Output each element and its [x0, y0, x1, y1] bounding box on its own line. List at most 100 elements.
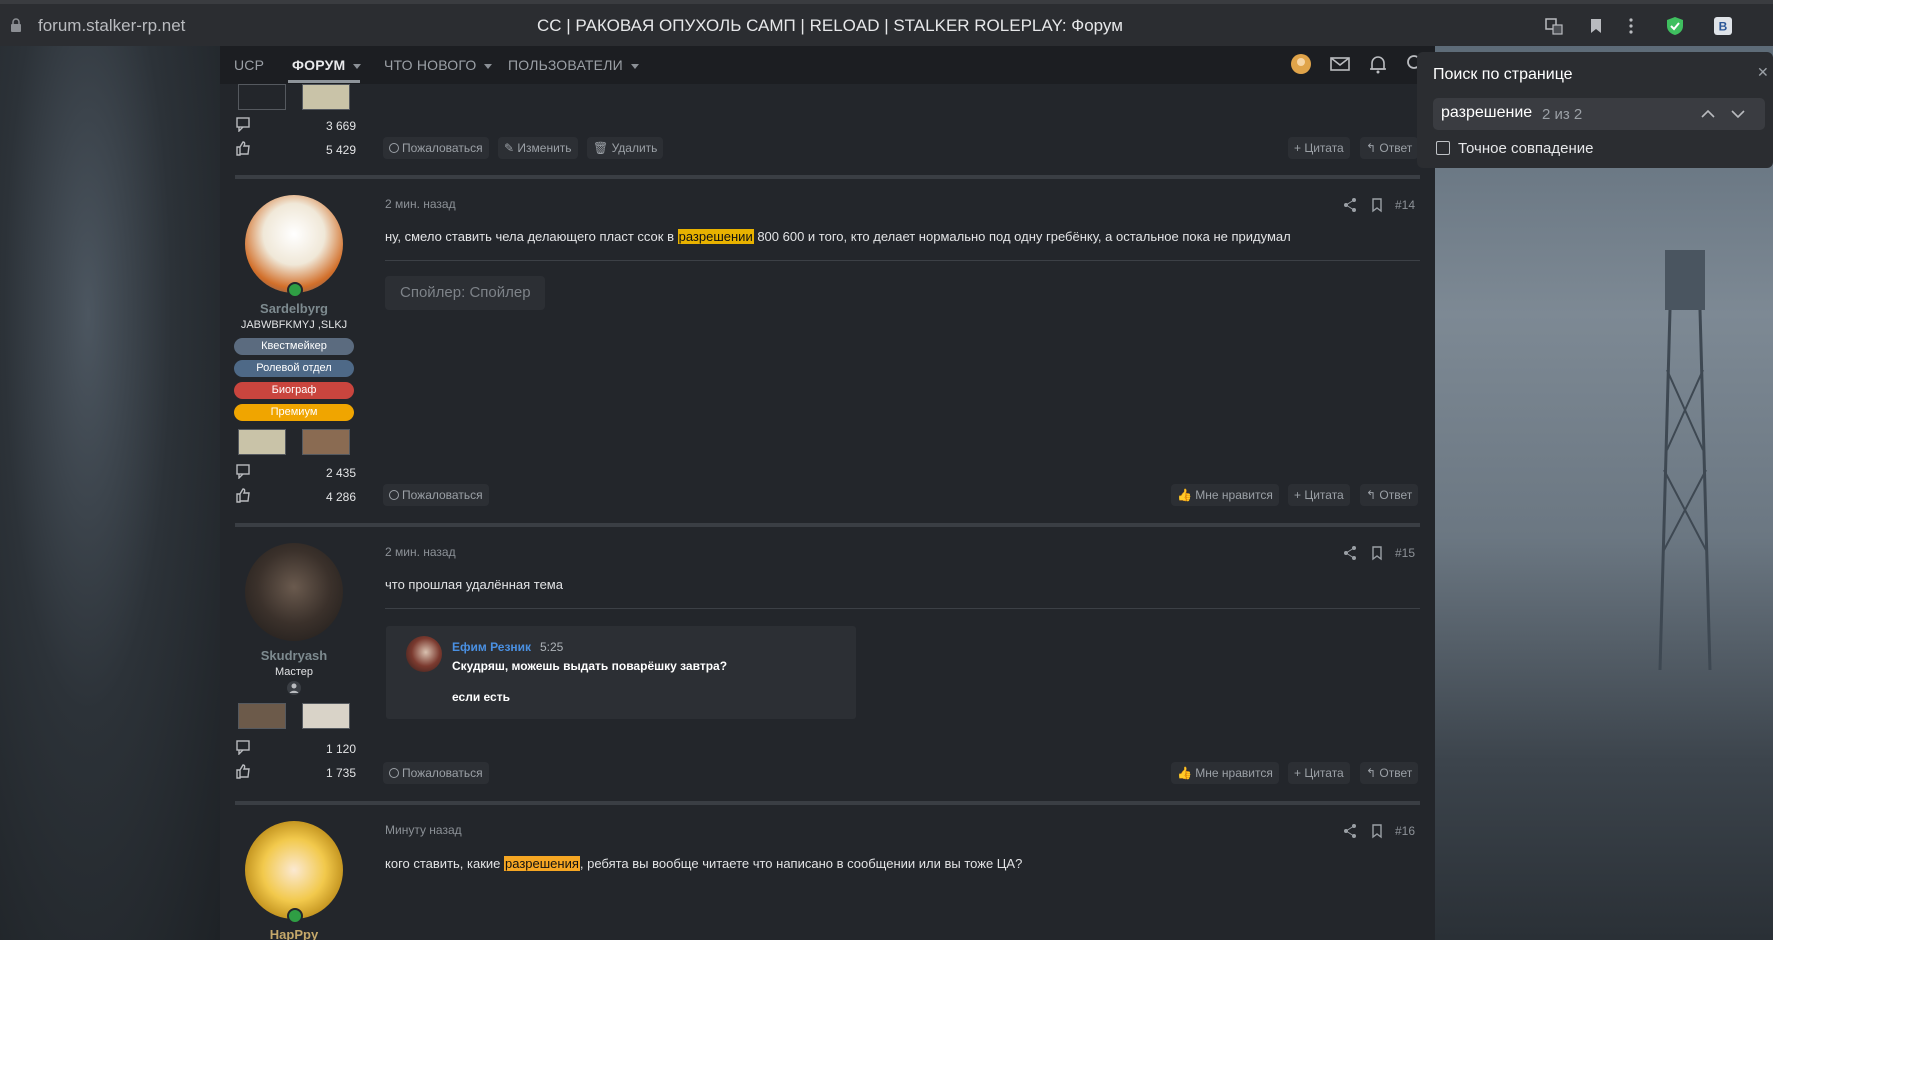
- quote-time: 5:25: [540, 640, 564, 654]
- post-number[interactable]: #15: [1395, 546, 1415, 560]
- share-icon[interactable]: [1342, 823, 1358, 839]
- quote-text: если есть: [452, 690, 510, 704]
- delete-button[interactable]: 🗑 Удалить: [587, 137, 664, 159]
- pencil-icon: ✎: [504, 141, 518, 155]
- username[interactable]: HapPpy: [234, 927, 354, 940]
- alert-icon: [389, 490, 399, 500]
- find-panel-title: Поиск по странице: [1433, 66, 1573, 83]
- page-title: СС | РАКОВАЯ ОПУХОЛЬ САМП | RELOAD | STA…: [537, 16, 1123, 35]
- browser-toolbar: forum.stalker-rp.net СС | РАКОВАЯ ОПУХОЛ…: [0, 0, 1773, 46]
- quote-author-avatar[interactable]: [406, 636, 442, 672]
- user-avatar-icon[interactable]: [1290, 53, 1312, 75]
- award-radiation: [302, 84, 350, 110]
- quote-label: Цитата: [1304, 488, 1344, 502]
- post-time[interactable]: Минуту назад: [385, 823, 462, 837]
- nav-members-label: ПОЛЬЗОВАТЕЛИ: [508, 57, 623, 73]
- post-time[interactable]: 2 мин. назад: [385, 545, 456, 559]
- nav-whats-new-label: ЧТО НОВОГО: [384, 57, 477, 73]
- more-menu-icon[interactable]: [1621, 16, 1641, 36]
- quote-button[interactable]: + Цитата: [1288, 137, 1350, 159]
- quote-author[interactable]: Ефим Резник: [452, 640, 531, 654]
- bookmark-icon[interactable]: [1369, 545, 1385, 561]
- nav-ucp[interactable]: UCP: [234, 57, 264, 73]
- plus-icon: +: [1294, 488, 1305, 502]
- chevron-down-icon[interactable]: [1730, 106, 1746, 122]
- thumbs-up-icon: [236, 141, 250, 156]
- badge-biographer: Биограф: [234, 382, 354, 399]
- reply-button[interactable]: ↰ Ответ: [1360, 484, 1419, 506]
- search-highlight: разрешения: [504, 856, 580, 871]
- trash-icon: 🗑: [593, 141, 612, 155]
- delete-label: Удалить: [611, 141, 658, 155]
- close-icon[interactable]: ✕: [1757, 64, 1769, 81]
- post-number[interactable]: #14: [1395, 198, 1415, 212]
- bell-icon[interactable]: [1367, 53, 1389, 75]
- edit-button[interactable]: ✎ Изменить: [498, 137, 578, 159]
- award-anniversary: [302, 703, 350, 729]
- reply-icon: ↰: [1366, 766, 1380, 780]
- reply-icon: ↰: [1366, 488, 1380, 502]
- report-label: Пожаловаться: [402, 766, 483, 780]
- chevron-down-icon: [484, 63, 493, 69]
- translate-icon[interactable]: [1544, 16, 1564, 36]
- reply-icon: ↰: [1366, 141, 1380, 155]
- plus-icon: +: [1294, 141, 1305, 155]
- bookmark-icon[interactable]: [1369, 197, 1385, 213]
- report-button[interactable]: Пожаловаться: [383, 137, 489, 159]
- messages-count: 1 120: [325, 742, 356, 756]
- vk-extension-icon[interactable]: В: [1713, 16, 1733, 36]
- online-indicator: [287, 282, 303, 298]
- nav-forum[interactable]: ФОРУМ: [292, 57, 362, 73]
- like-button[interactable]: 👍 Мне нравится: [1171, 484, 1279, 506]
- find-query[interactable]: разрешение: [1441, 104, 1532, 122]
- quote-text: Скудряш, можешь выдать поварёшку завтра?: [452, 659, 728, 673]
- alert-icon: [389, 143, 399, 153]
- report-label: Пожаловаться: [402, 141, 483, 155]
- avatar[interactable]: [245, 821, 343, 919]
- report-label: Пожаловаться: [402, 488, 483, 502]
- messages-count: 3 669: [325, 119, 356, 133]
- report-button[interactable]: Пожаловаться: [383, 762, 489, 784]
- exact-match-checkbox[interactable]: [1436, 141, 1450, 155]
- messages-count: 2 435: [325, 466, 356, 480]
- nav-forum-label: ФОРУМ: [292, 57, 346, 73]
- bookmark-icon[interactable]: [1369, 823, 1385, 839]
- reply-label: Ответ: [1379, 766, 1413, 780]
- nav-whats-new[interactable]: ЧТО НОВОГО: [384, 57, 493, 73]
- lock-icon: [11, 18, 21, 32]
- nav-members[interactable]: ПОЛЬЗОВАТЕЛИ: [508, 57, 639, 73]
- mail-icon[interactable]: [1329, 53, 1351, 75]
- quote-button[interactable]: + Цитата: [1288, 484, 1350, 506]
- chevron-up-icon[interactable]: [1700, 106, 1716, 122]
- chevron-down-icon: [630, 63, 639, 69]
- thumbs-up-icon: 👍: [1177, 488, 1196, 502]
- shield-extension-icon[interactable]: [1665, 16, 1685, 36]
- badge-roleplay-dept: Ролевой отдел: [234, 360, 354, 377]
- award-radiation: [238, 429, 286, 455]
- post-time[interactable]: 2 мин. назад: [385, 197, 456, 211]
- likes-count: 4 286: [325, 490, 356, 504]
- messages-icon: [236, 117, 250, 132]
- share-icon[interactable]: [1342, 545, 1358, 561]
- username[interactable]: Sardelbyrg: [234, 301, 354, 316]
- report-button[interactable]: Пожаловаться: [383, 484, 489, 506]
- post-divider: [235, 801, 1420, 805]
- like-button[interactable]: 👍 Мне нравится: [1171, 762, 1279, 784]
- thumbs-up-icon: 👍: [1177, 766, 1196, 780]
- quote-button[interactable]: + Цитата: [1288, 762, 1350, 784]
- avatar[interactable]: [245, 543, 343, 641]
- spoiler-button[interactable]: Спойлер: Спойлер: [385, 276, 545, 310]
- edit-label: Изменить: [517, 141, 572, 155]
- address-bar-url[interactable]: forum.stalker-rp.net: [38, 16, 185, 36]
- share-icon[interactable]: [1342, 197, 1358, 213]
- username[interactable]: Skudryash: [234, 648, 354, 663]
- exact-match-label[interactable]: Точное совпадение: [1458, 140, 1594, 157]
- avatar[interactable]: [245, 195, 343, 293]
- bookmark-icon[interactable]: [1586, 16, 1606, 36]
- post-separator: [385, 260, 1420, 261]
- badge-premium: Премиум: [234, 404, 354, 421]
- reply-button[interactable]: ↰ Ответ: [1360, 762, 1419, 784]
- likes-count: 1 735: [325, 766, 356, 780]
- post-number[interactable]: #16: [1395, 824, 1415, 838]
- reply-button[interactable]: ↰ Ответ: [1360, 137, 1419, 159]
